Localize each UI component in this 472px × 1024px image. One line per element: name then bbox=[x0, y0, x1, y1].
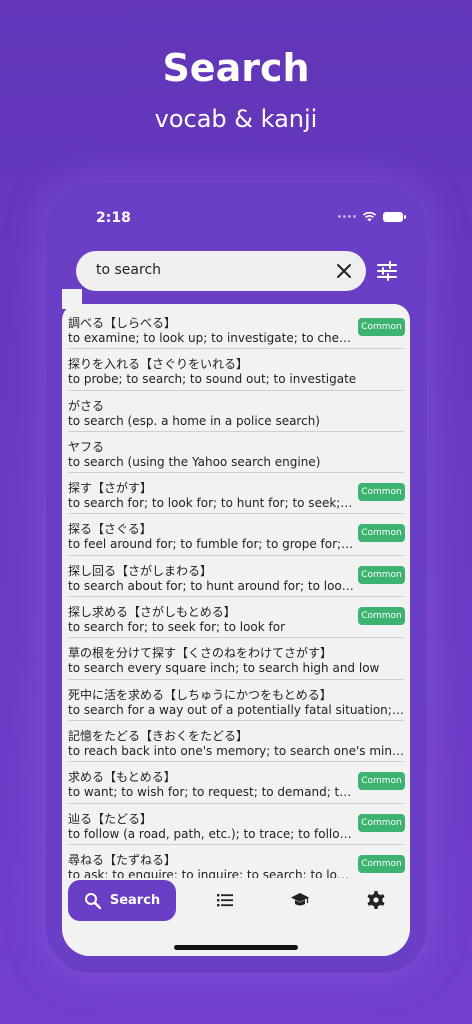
search-input[interactable]: to search bbox=[76, 251, 366, 291]
result-row[interactable]: 求める【もとめる】 to want; to wish for; to reques… bbox=[68, 762, 405, 804]
filter-icon[interactable] bbox=[374, 258, 400, 284]
gear-icon[interactable] bbox=[366, 890, 386, 910]
result-row[interactable]: 辿る【たどる】 to follow (a road, path, etc.); t… bbox=[68, 804, 405, 845]
result-meaning: to want; to wish for; to request; to dem… bbox=[68, 785, 354, 800]
result-meaning: to follow (a road, path, etc.); to trace… bbox=[68, 826, 354, 841]
result-word: 探る【さぐる】 bbox=[68, 522, 152, 537]
common-badge: Common bbox=[358, 854, 405, 873]
list-icon[interactable] bbox=[215, 890, 235, 910]
result-word: 探す【さがす】 bbox=[68, 481, 153, 496]
result-row[interactable]: 探る【さぐる】 to feel around for; to fumble for… bbox=[68, 514, 405, 556]
battery-icon bbox=[383, 211, 406, 222]
result-meaning: to search (esp. a home in a police searc… bbox=[68, 413, 320, 428]
result-row[interactable]: 草の根を分けて探す【くさのねをわけてさがす】 to search every sq… bbox=[68, 638, 404, 680]
result-word: 求める【もとめる】 bbox=[68, 770, 176, 785]
common-badge: Common bbox=[358, 607, 405, 626]
result-word: 調べる【しらべる】 bbox=[68, 316, 177, 330]
signal-icon bbox=[338, 215, 356, 218]
graduation-cap-icon[interactable] bbox=[290, 890, 310, 910]
tab-search-label: Search bbox=[109, 893, 161, 908]
result-row[interactable]: 記憶をたどる【きおくをたどる】 to reach back into one's … bbox=[68, 721, 404, 763]
result-meaning: to search every square inch; to search h… bbox=[68, 661, 380, 676]
close-icon[interactable] bbox=[332, 259, 356, 283]
search-icon bbox=[84, 892, 102, 909]
result-word: 死中に活を求める【しちゅうにかつをもとめる】 bbox=[68, 687, 332, 702]
result-row[interactable]: 探す【さがす】 to search for; to look for; to hu… bbox=[68, 473, 405, 515]
common-badge: Common bbox=[358, 483, 405, 502]
result-meaning: to search for; to seek for; to look for bbox=[68, 620, 286, 635]
result-word: 探りを入れる【さぐりをいれる】 bbox=[68, 357, 249, 372]
result-word: 探し回る【さがしまわる】 bbox=[68, 563, 213, 578]
result-word: 辿る【たどる】 bbox=[68, 811, 153, 826]
common-badge: Common bbox=[358, 524, 405, 543]
common-badge: Common bbox=[358, 813, 405, 832]
result-row[interactable]: 探りを入れる【さぐりをいれる】 to probe; to search; to s… bbox=[68, 349, 404, 391]
result-word: がさる bbox=[68, 398, 105, 413]
result-word: 記憶をたどる【きおくをたどる】 bbox=[68, 728, 249, 743]
result-word: 尋ねる【たずねる】 bbox=[68, 852, 177, 867]
result-meaning: to search for a way out of a potentially… bbox=[68, 702, 404, 717]
result-meaning: to examine; to look up; to investigate; … bbox=[68, 331, 354, 345]
result-row[interactable]: ヤフる to search (using the Yahoo search eng… bbox=[68, 432, 404, 474]
common-badge: Common bbox=[358, 318, 405, 336]
hero-subtitle: vocab & kanji bbox=[154, 105, 318, 133]
status-time: 2:18 bbox=[96, 210, 131, 226]
result-meaning: to feel around for; to fumble for; to gr… bbox=[68, 537, 354, 552]
result-word: 草の根を分けて探す【くさのねをわけてさがす】 bbox=[68, 646, 333, 661]
result-meaning: to reach back into one's memory; to sear… bbox=[68, 743, 404, 758]
result-row[interactable]: 探し回る【さがしまわる】 to search about for; to hunt… bbox=[68, 556, 405, 598]
common-badge: Common bbox=[358, 565, 405, 584]
result-word: ヤフる bbox=[68, 439, 105, 454]
tab-bar: Search bbox=[62, 878, 410, 956]
search-input-value: to search bbox=[96, 262, 162, 278]
status-icons bbox=[338, 211, 406, 222]
result-row[interactable]: 死中に活を求める【しちゅうにかつをもとめる】 to search for a wa… bbox=[68, 680, 404, 721]
results-panel: 調べる【しらべる】 to examine; to look up; to inve… bbox=[62, 304, 410, 956]
result-meaning: to search about for; to hunt around for;… bbox=[68, 578, 354, 593]
hero-title: Search bbox=[162, 46, 310, 90]
result-row[interactable]: 調べる【しらべる】 to examine; to look up; to inve… bbox=[68, 308, 405, 350]
results-list: 調べる【しらべる】 to examine; to look up; to inve… bbox=[62, 308, 410, 887]
common-badge: Common bbox=[358, 772, 405, 791]
tab-search[interactable]: Search bbox=[68, 880, 176, 921]
result-meaning: to search (using the Yahoo search engine… bbox=[68, 454, 321, 469]
home-indicator bbox=[174, 945, 298, 950]
result-row[interactable]: がさる to search (esp. a home in a police se… bbox=[68, 391, 404, 432]
wifi-icon bbox=[362, 211, 377, 222]
result-meaning: to probe; to search; to sound out; to in… bbox=[68, 372, 357, 387]
result-row[interactable]: 探し求める【さがしもとめる】 to search for; to seek for… bbox=[68, 597, 405, 639]
result-word: 探し求める【さがしもとめる】 bbox=[68, 605, 236, 620]
result-meaning: to search for; to look for; to hunt for;… bbox=[68, 496, 354, 511]
